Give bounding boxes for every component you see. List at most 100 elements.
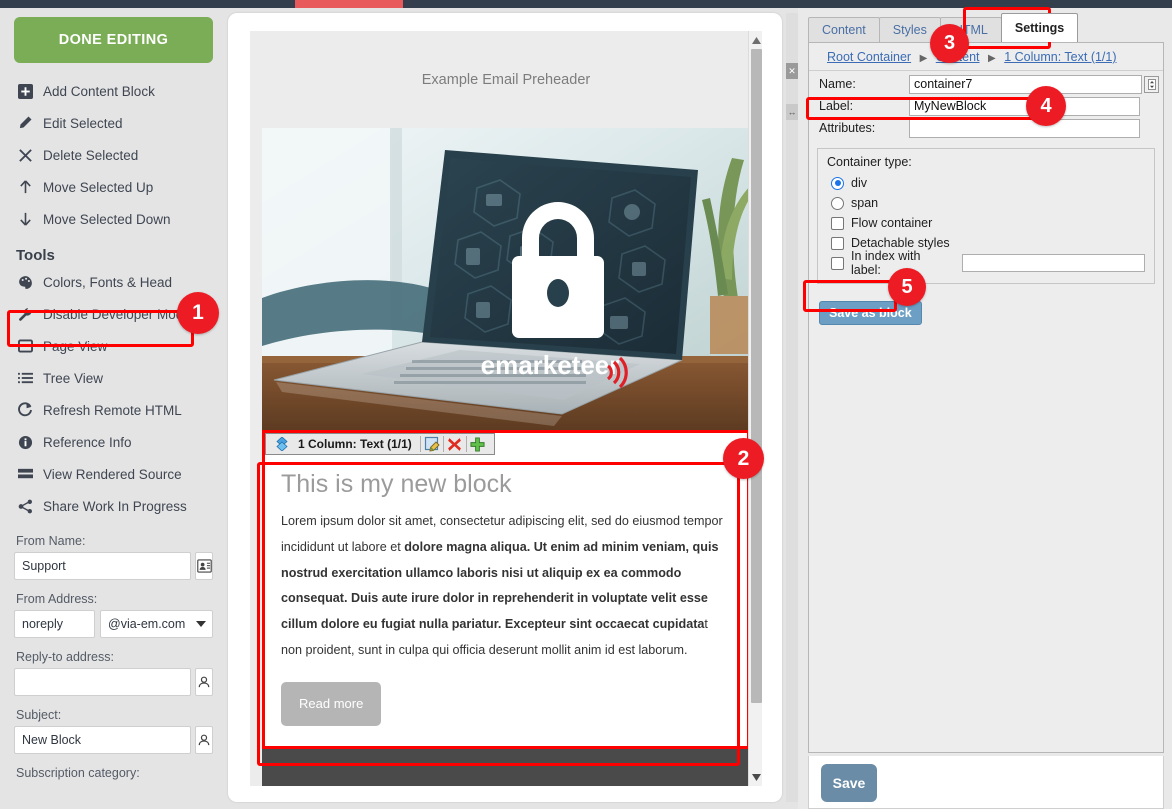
block-heading: This is my new block — [281, 470, 512, 498]
sidebar-item-move-selected-up[interactable]: Move Selected Up — [14, 171, 214, 203]
sidebar-item-delete-selected[interactable]: Delete Selected — [14, 139, 214, 171]
sidebar-item-label: Colors, Fonts & Head — [43, 274, 173, 290]
checkbox-flow-container[interactable] — [831, 216, 844, 230]
reply-to-input[interactable] — [14, 668, 191, 696]
sidebar-item-edit-selected[interactable]: Edit Selected — [14, 107, 214, 139]
name-row: Name: — [811, 74, 1161, 94]
email-body: emarketeer — [262, 128, 750, 430]
tab-content[interactable]: Content — [808, 17, 880, 42]
option-label: Flow container — [851, 216, 933, 230]
sidebar-actions-menu: Add Content Block Edit Selected Delete S… — [14, 75, 214, 235]
sidebar-item-colors-fonts-head[interactable]: Colors, Fonts & Head — [14, 266, 214, 298]
scroll-up-icon[interactable] — [749, 33, 762, 47]
breadcrumb-root-container[interactable]: Root Container — [827, 50, 911, 64]
option-label: span — [851, 196, 879, 210]
in-index-label-input[interactable] — [962, 254, 1145, 272]
info-icon — [16, 433, 34, 451]
settings-footer: Save — [808, 756, 1164, 809]
person-icon[interactable] — [195, 726, 213, 754]
add-icon[interactable] — [467, 434, 489, 454]
read-more-button[interactable]: Read more — [281, 681, 382, 726]
wrench-icon — [16, 305, 34, 323]
refresh-icon — [16, 401, 34, 419]
pencil-icon — [16, 114, 34, 132]
sidebar-item-refresh-remote-html[interactable]: Refresh Remote HTML — [14, 394, 214, 426]
contact-card-icon[interactable] — [195, 552, 213, 580]
option-flow-container[interactable]: Flow container — [827, 213, 1145, 233]
from-address-domain-select[interactable]: @via-em.com — [100, 610, 213, 638]
checkbox-detachable-styles[interactable] — [831, 236, 844, 250]
close-icon[interactable]: ✕ — [786, 63, 798, 79]
sidebar-item-label: Move Selected Up — [43, 179, 154, 195]
scrollbar-thumb[interactable] — [751, 49, 762, 703]
app-root: DONE EDITING Add Content Block Edit Sele… — [0, 0, 1172, 809]
scroll-down-icon[interactable] — [749, 770, 762, 784]
top-chrome-bar — [0, 0, 1172, 8]
sidebar-item-label: Move Selected Down — [43, 211, 171, 227]
save-button[interactable]: Save — [821, 764, 877, 802]
sidebar-item-tree-view[interactable]: Tree View — [14, 362, 214, 394]
email-preheader: Example Email Preheader — [421, 71, 591, 88]
subject-input[interactable] — [14, 726, 191, 754]
from-name-row — [14, 552, 213, 580]
block-paragraph: Lorem ipsum dolor sit amet, consectetur … — [265, 503, 747, 672]
option-span[interactable]: span — [827, 193, 1145, 213]
from-address-local-input[interactable] — [14, 610, 95, 638]
from-address-label: From Address: — [16, 592, 98, 606]
container-type-heading: Container type: — [827, 155, 912, 169]
tools-heading: Tools — [16, 247, 55, 264]
subject-label: Subject: — [16, 708, 62, 722]
radio-span[interactable] — [831, 196, 844, 210]
email-footer — [262, 748, 750, 786]
option-div[interactable]: div — [827, 173, 1145, 193]
sidebar-item-label: Page View — [43, 338, 108, 354]
block-toolbar: 1 Column: Text (1/1) — [265, 433, 495, 455]
edit-icon[interactable] — [421, 434, 443, 454]
sidebar-item-label: Refresh Remote HTML — [43, 402, 182, 418]
from-address-row: @via-em.com — [14, 610, 213, 638]
share-icon — [16, 497, 34, 515]
label-input[interactable] — [909, 96, 1140, 116]
reply-to-row — [14, 668, 213, 696]
preview-panel: Example Email Preheader emarketeer 1 Col… — [228, 13, 782, 802]
window-icon — [16, 337, 34, 355]
name-spinner-icon[interactable] — [1144, 75, 1159, 93]
sidebar-item-share-work-in-progress[interactable]: Share Work In Progress — [14, 490, 214, 522]
done-editing-button[interactable]: DONE EDITING — [14, 17, 213, 63]
source-icon — [16, 465, 34, 483]
sidebar-item-move-selected-down[interactable]: Move Selected Down — [14, 203, 214, 235]
sidebar-item-reference-info[interactable]: Reference Info — [14, 426, 214, 458]
from-name-input[interactable] — [14, 552, 191, 580]
preview-scrollbar[interactable] — [748, 31, 762, 786]
panel-splitter[interactable] — [786, 13, 798, 802]
x-icon — [16, 146, 34, 164]
resize-horizontal-icon[interactable]: ↔ — [786, 104, 798, 120]
sidebar-item-label: View Rendered Source — [43, 466, 182, 482]
checkbox-in-index-with-label[interactable] — [831, 256, 844, 270]
sidebar-item-page-view[interactable]: Page View — [14, 330, 214, 362]
label-row: Label: — [811, 96, 1161, 116]
option-in-index-with-label[interactable]: In index with label: — [827, 249, 1145, 277]
breadcrumb-current[interactable]: 1 Column: Text (1/1) — [1004, 50, 1116, 64]
tab-settings[interactable]: Settings — [1000, 13, 1079, 42]
delete-icon[interactable] — [444, 434, 466, 454]
annotation-number-1: 1 — [177, 292, 219, 334]
sidebar-item-view-rendered-source[interactable]: View Rendered Source — [14, 458, 214, 490]
hero-image: emarketeer — [262, 128, 750, 430]
laptop-padlock-image: emarketeer — [262, 128, 750, 430]
label-label: Label: — [819, 99, 854, 113]
left-sidebar: DONE EDITING Add Content Block Edit Sele… — [0, 8, 228, 809]
container-type-group: Container type: div span Flow container … — [817, 148, 1155, 284]
selected-text-block[interactable]: 1 Column: Text (1/1) This is my new bloc… — [262, 430, 750, 749]
attributes-input[interactable] — [909, 118, 1140, 138]
breadcrumb-separator-icon: ▶ — [988, 53, 996, 64]
email-canvas: Example Email Preheader emarketeer 1 Col… — [250, 31, 762, 786]
palette-icon — [16, 273, 34, 291]
radio-div[interactable] — [831, 176, 844, 190]
properties-panel: Content Styles HTML Settings Root Contai… — [798, 8, 1172, 809]
sidebar-item-add-content-block[interactable]: Add Content Block — [14, 75, 214, 107]
person-icon[interactable] — [195, 668, 213, 696]
move-handle-icon[interactable] — [271, 434, 293, 454]
name-input[interactable] — [909, 74, 1142, 94]
reply-to-label: Reply-to address: — [16, 650, 114, 664]
